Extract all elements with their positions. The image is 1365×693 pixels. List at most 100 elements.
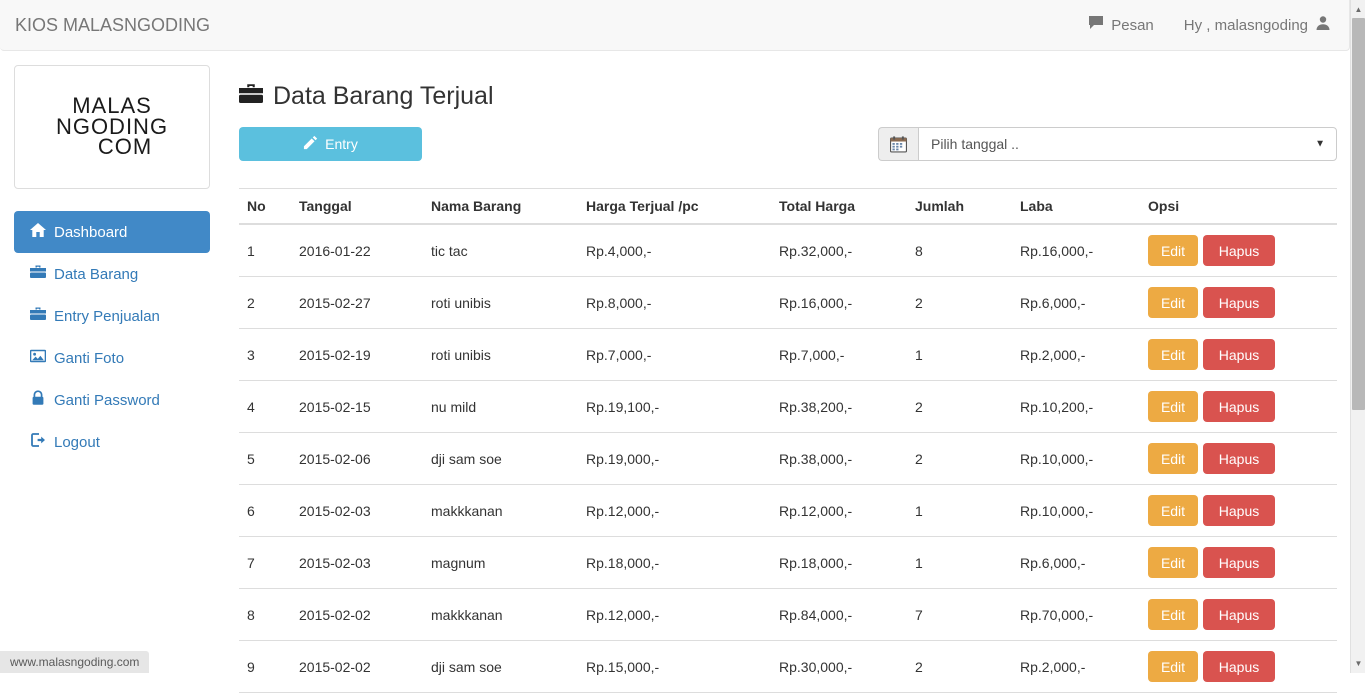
chevron-down-icon: ▼: [1315, 139, 1325, 150]
hapus-button[interactable]: Hapus: [1203, 287, 1275, 318]
hapus-button[interactable]: Hapus: [1203, 651, 1275, 682]
cell-total-harga: Rp.7,000,-: [771, 329, 907, 381]
cell-nama-barang: dji sam soe: [423, 433, 578, 485]
calendar-icon[interactable]: [878, 127, 918, 161]
cell-nama-barang: roti unibis: [423, 329, 578, 381]
comment-icon: [1088, 15, 1104, 35]
cell-no: 7: [239, 537, 291, 589]
cell-no: 8: [239, 589, 291, 641]
cell-jumlah: 2: [907, 381, 1012, 433]
cell-opsi: EditHapus: [1140, 381, 1337, 433]
sidebar: MALAS NGODING COM Dashboard Data Barang …: [14, 65, 210, 463]
cell-tanggal: 2015-02-02: [291, 589, 423, 641]
pencil-icon: [303, 135, 318, 153]
edit-button[interactable]: Edit: [1148, 651, 1198, 682]
table-row: 62015-02-03makkkananRp.12,000,-Rp.12,000…: [239, 485, 1337, 537]
edit-button[interactable]: Edit: [1148, 339, 1198, 370]
cell-nama-barang: dji sam soe: [423, 641, 578, 693]
edit-button[interactable]: Edit: [1148, 287, 1198, 318]
cell-jumlah: 2: [907, 641, 1012, 693]
hapus-button[interactable]: Hapus: [1203, 495, 1275, 526]
user-icon: [1315, 15, 1331, 35]
column-header-harga-terjual: Harga Terjual /pc: [578, 189, 771, 225]
cell-harga-terjual: Rp.12,000,-: [578, 589, 771, 641]
cell-total-harga: Rp.84,000,-: [771, 589, 907, 641]
entry-button-label: Entry: [325, 136, 358, 152]
table-body: 12016-01-22tic tacRp.4,000,-Rp.32,000,-8…: [239, 224, 1337, 693]
toolbar: Entry Pilih tanggal .. ▼: [239, 127, 1337, 175]
cell-tanggal: 2015-02-02: [291, 641, 423, 693]
hapus-button[interactable]: Hapus: [1203, 339, 1275, 370]
hapus-button[interactable]: Hapus: [1203, 235, 1275, 266]
cell-total-harga: Rp.18,000,-: [771, 537, 907, 589]
table-row: 42015-02-15nu mildRp.19,100,-Rp.38,200,-…: [239, 381, 1337, 433]
sidebar-item-label: Ganti Foto: [54, 351, 124, 366]
edit-button[interactable]: Edit: [1148, 443, 1198, 474]
cell-jumlah: 1: [907, 485, 1012, 537]
cell-laba: Rp.2,000,-: [1012, 329, 1140, 381]
cell-laba: Rp.10,000,-: [1012, 433, 1140, 485]
scroll-down-arrow-icon[interactable]: ▼: [1351, 656, 1365, 671]
cell-jumlah: 2: [907, 277, 1012, 329]
status-bar-url: www.malasngoding.com: [10, 655, 139, 669]
cell-no: 1: [239, 224, 291, 277]
cell-total-harga: Rp.38,200,-: [771, 381, 907, 433]
cell-no: 9: [239, 641, 291, 693]
cell-laba: Rp.6,000,-: [1012, 277, 1140, 329]
date-select[interactable]: Pilih tanggal .. ▼: [918, 127, 1337, 161]
edit-button[interactable]: Edit: [1148, 235, 1198, 266]
cell-jumlah: 2: [907, 433, 1012, 485]
sidebar-item-label: Dashboard: [54, 225, 127, 240]
cell-tanggal: 2015-02-03: [291, 485, 423, 537]
scrollbar-thumb[interactable]: [1352, 18, 1365, 410]
cell-harga-terjual: Rp.18,000,-: [578, 537, 771, 589]
pesan-link[interactable]: Pesan: [1088, 15, 1154, 35]
cell-total-harga: Rp.30,000,-: [771, 641, 907, 693]
date-select-value: Pilih tanggal ..: [931, 136, 1019, 152]
home-icon: [30, 222, 46, 242]
image-icon: [30, 348, 46, 368]
cell-opsi: EditHapus: [1140, 537, 1337, 589]
hapus-button[interactable]: Hapus: [1203, 443, 1275, 474]
navbar-brand[interactable]: KIOS MALASNGODING: [15, 0, 225, 50]
sidebar-item-ganti-password[interactable]: Ganti Password: [14, 379, 210, 421]
edit-button[interactable]: Edit: [1148, 547, 1198, 578]
cell-nama-barang: magnum: [423, 537, 578, 589]
table-row: 12016-01-22tic tacRp.4,000,-Rp.32,000,-8…: [239, 224, 1337, 277]
cell-no: 6: [239, 485, 291, 537]
cell-tanggal: 2015-02-06: [291, 433, 423, 485]
table-row: 92015-02-02dji sam soeRp.15,000,-Rp.30,0…: [239, 641, 1337, 693]
site-logo: MALAS NGODING COM: [14, 65, 210, 189]
cell-total-harga: Rp.16,000,-: [771, 277, 907, 329]
column-header-nama-barang: Nama Barang: [423, 189, 578, 225]
user-menu[interactable]: Hy , malasngoding: [1184, 15, 1331, 35]
entry-button[interactable]: Entry: [239, 127, 422, 161]
table-row: 72015-02-03magnumRp.18,000,-Rp.18,000,-1…: [239, 537, 1337, 589]
status-bar-notch: [0, 641, 180, 651]
table-row: 22015-02-27roti unibisRp.8,000,-Rp.16,00…: [239, 277, 1337, 329]
edit-button[interactable]: Edit: [1148, 599, 1198, 630]
sidebar-item-entry-penjualan[interactable]: Entry Penjualan: [14, 295, 210, 337]
signout-icon: [30, 432, 46, 452]
hapus-button[interactable]: Hapus: [1203, 547, 1275, 578]
sidebar-item-label: Logout: [54, 435, 100, 450]
hapus-button[interactable]: Hapus: [1203, 599, 1275, 630]
cell-harga-terjual: Rp.12,000,-: [578, 485, 771, 537]
cell-tanggal: 2015-02-15: [291, 381, 423, 433]
sidebar-item-data-barang[interactable]: Data Barang: [14, 253, 210, 295]
sidebar-item-logout[interactable]: Logout: [14, 421, 210, 463]
hapus-button[interactable]: Hapus: [1203, 391, 1275, 422]
edit-button[interactable]: Edit: [1148, 391, 1198, 422]
column-header-laba: Laba: [1012, 189, 1140, 225]
logo-line-3: COM: [56, 137, 168, 158]
sidebar-item-dashboard[interactable]: Dashboard: [14, 211, 210, 253]
table-row: 82015-02-02makkkananRp.12,000,-Rp.84,000…: [239, 589, 1337, 641]
page-title-text: Data Barang Terjual: [273, 84, 494, 109]
sidebar-item-ganti-foto[interactable]: Ganti Foto: [14, 337, 210, 379]
cell-no: 5: [239, 433, 291, 485]
scroll-up-arrow-icon[interactable]: ▲: [1351, 2, 1365, 17]
edit-button[interactable]: Edit: [1148, 495, 1198, 526]
vertical-scrollbar[interactable]: ▲ ▼: [1350, 0, 1365, 673]
cell-tanggal: 2015-02-03: [291, 537, 423, 589]
cell-jumlah: 1: [907, 537, 1012, 589]
